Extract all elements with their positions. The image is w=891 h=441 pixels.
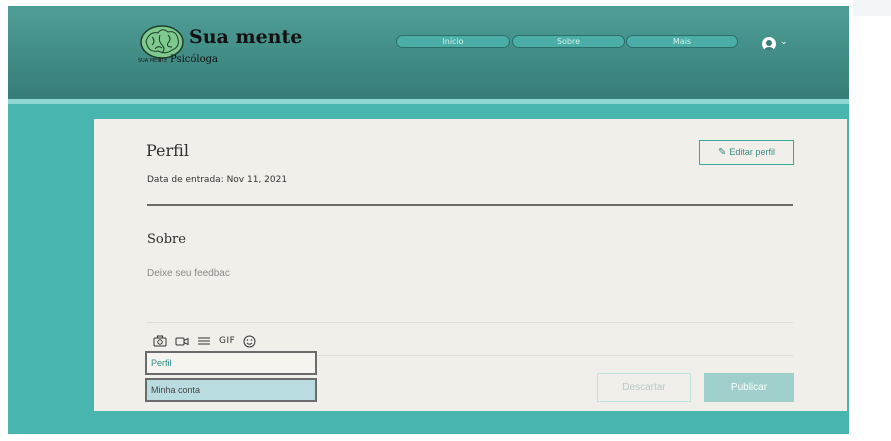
nav-inicio[interactable]: Início: [396, 35, 510, 48]
camera-icon[interactable]: [153, 335, 167, 347]
feedback-input[interactable]: [147, 265, 547, 281]
page-title: Perfil: [146, 141, 189, 160]
menu-item-perfil[interactable]: Perfil: [145, 351, 317, 375]
menu-item-minha-conta[interactable]: Minha conta: [145, 378, 317, 402]
publish-button[interactable]: Publicar: [704, 373, 794, 402]
brand-name[interactable]: Sua mente: [189, 26, 302, 48]
edit-profile-button[interactable]: ✎ Editar perfil: [699, 140, 794, 165]
pencil-icon: ✎: [718, 147, 727, 158]
chevron-down-icon[interactable]: ⌄: [780, 37, 788, 47]
video-icon[interactable]: [175, 335, 189, 347]
header-strip: [8, 99, 849, 104]
corner-area: [853, 0, 891, 16]
discard-button[interactable]: Descartar: [597, 373, 691, 402]
site-header: Sua mente SUA MENTE Psicóloga Início Sob…: [8, 6, 849, 99]
editor-divider: [147, 322, 793, 323]
join-date: Data de entrada: Nov 11, 2021: [147, 175, 288, 185]
section-divider: [147, 204, 793, 206]
divider-icon[interactable]: [197, 335, 211, 347]
brand-small-text: SUA MENTE: [138, 58, 168, 64]
emoji-icon[interactable]: [243, 335, 256, 348]
nav-mais[interactable]: Mais: [626, 35, 738, 48]
editor-toolbar: GIF: [153, 334, 256, 348]
about-heading: Sobre: [147, 232, 186, 247]
gif-icon[interactable]: GIF: [219, 336, 235, 346]
nav-sobre[interactable]: Sobre: [512, 35, 625, 48]
user-avatar-icon[interactable]: [762, 37, 776, 51]
edit-profile-label: Editar perfil: [729, 147, 775, 157]
brand-subtitle: Psicóloga: [170, 54, 218, 65]
